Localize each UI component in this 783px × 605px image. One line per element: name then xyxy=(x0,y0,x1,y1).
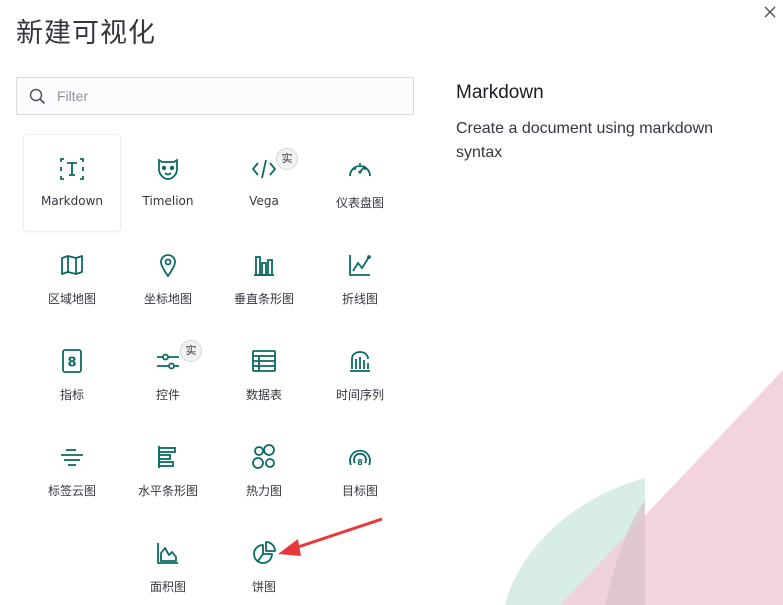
metric-icon: 8 xyxy=(62,349,82,373)
svg-text:8: 8 xyxy=(67,356,76,371)
type-label: 指标 xyxy=(59,388,84,402)
data-table-icon xyxy=(252,350,276,372)
type-label: 数据表 xyxy=(245,388,282,402)
type-label: 时间序列 xyxy=(335,388,384,402)
search-field[interactable]: Filter xyxy=(16,77,414,115)
close-button[interactable] xyxy=(762,4,778,20)
gauge-icon xyxy=(349,163,371,177)
type-label: 热力图 xyxy=(245,484,282,498)
visualization-type-grid: Markdown Timelion Vega 实 仪表盘图 区域地图 坐标地图 … xyxy=(24,135,408,605)
type-card-line[interactable]: 折线图 xyxy=(312,231,408,327)
timeseries-icon xyxy=(350,351,370,372)
region-map-icon xyxy=(61,255,83,275)
type-card-controls[interactable]: 控件 实 xyxy=(120,327,216,423)
search-icon xyxy=(29,88,46,105)
experimental-badge: 实 xyxy=(180,340,202,362)
line-chart-icon xyxy=(349,255,371,276)
detail-title: Markdown xyxy=(456,82,544,103)
timelion-icon xyxy=(158,158,178,180)
type-label: 目标图 xyxy=(341,484,378,498)
type-label: Timelion xyxy=(142,194,194,208)
svg-text:8: 8 xyxy=(357,458,363,467)
vertical-bar-icon xyxy=(254,256,274,276)
type-label: 水平条形图 xyxy=(137,484,198,498)
pie-chart-icon xyxy=(253,541,276,564)
type-card-vertical-bar[interactable]: 垂直条形图 xyxy=(216,231,312,327)
type-label: 仪表盘图 xyxy=(335,196,384,210)
type-card-data-table[interactable]: 数据表 xyxy=(216,327,312,423)
type-card-horizontal-bar[interactable]: 水平条形图 xyxy=(120,423,216,519)
horizontal-bar-icon xyxy=(158,446,176,468)
search-input[interactable]: Filter xyxy=(57,88,88,104)
tag-cloud-icon xyxy=(61,449,83,466)
experimental-badge: 实 xyxy=(276,148,298,170)
type-label: Vega xyxy=(249,194,279,208)
type-card-area[interactable]: 面积图 xyxy=(120,519,216,605)
type-label: 饼图 xyxy=(251,580,276,594)
type-card-region-map[interactable]: 区域地图 xyxy=(24,231,120,327)
type-card-heatmap[interactable]: 热力图 xyxy=(216,423,312,519)
type-label: 垂直条形图 xyxy=(233,292,294,306)
type-card-tag-cloud[interactable]: 标签云图 xyxy=(24,423,120,519)
code-icon xyxy=(251,159,277,179)
type-card-vega[interactable]: Vega 实 xyxy=(216,135,312,231)
type-card-timelion[interactable]: Timelion xyxy=(120,135,216,231)
goal-icon: 8 xyxy=(349,449,371,467)
type-label: Markdown xyxy=(41,194,103,208)
area-chart-icon xyxy=(157,543,178,564)
close-icon xyxy=(764,6,776,18)
type-card-gauge[interactable]: 仪表盘图 xyxy=(312,135,408,231)
type-card-metric[interactable]: 8 指标 xyxy=(24,327,120,423)
type-card-markdown[interactable]: Markdown xyxy=(24,135,120,231)
location-pin-icon xyxy=(160,254,176,278)
type-card-pie[interactable]: 饼图 xyxy=(216,519,312,605)
type-label: 折线图 xyxy=(341,292,378,306)
heatmap-icon xyxy=(252,444,275,469)
detail-description: Create a document using markdown syntax xyxy=(456,120,714,161)
markdown-icon xyxy=(60,158,84,180)
type-card-timeseries[interactable]: 时间序列 xyxy=(312,327,408,423)
type-card-goal[interactable]: 8 目标图 xyxy=(312,423,408,519)
type-label: 标签云图 xyxy=(47,484,96,498)
type-label: 坐标地图 xyxy=(143,292,192,306)
type-label: 面积图 xyxy=(149,580,186,594)
controls-icon xyxy=(157,353,179,370)
type-label: 控件 xyxy=(155,388,180,402)
dialog-title: 新建可视化 xyxy=(16,18,156,49)
new-visualization-dialog: 新建可视化 Filter Markdown Timelion Vega 实 仪表… xyxy=(0,0,783,605)
type-card-coordinate-map[interactable]: 坐标地图 xyxy=(120,231,216,327)
type-label: 区域地图 xyxy=(47,292,96,306)
